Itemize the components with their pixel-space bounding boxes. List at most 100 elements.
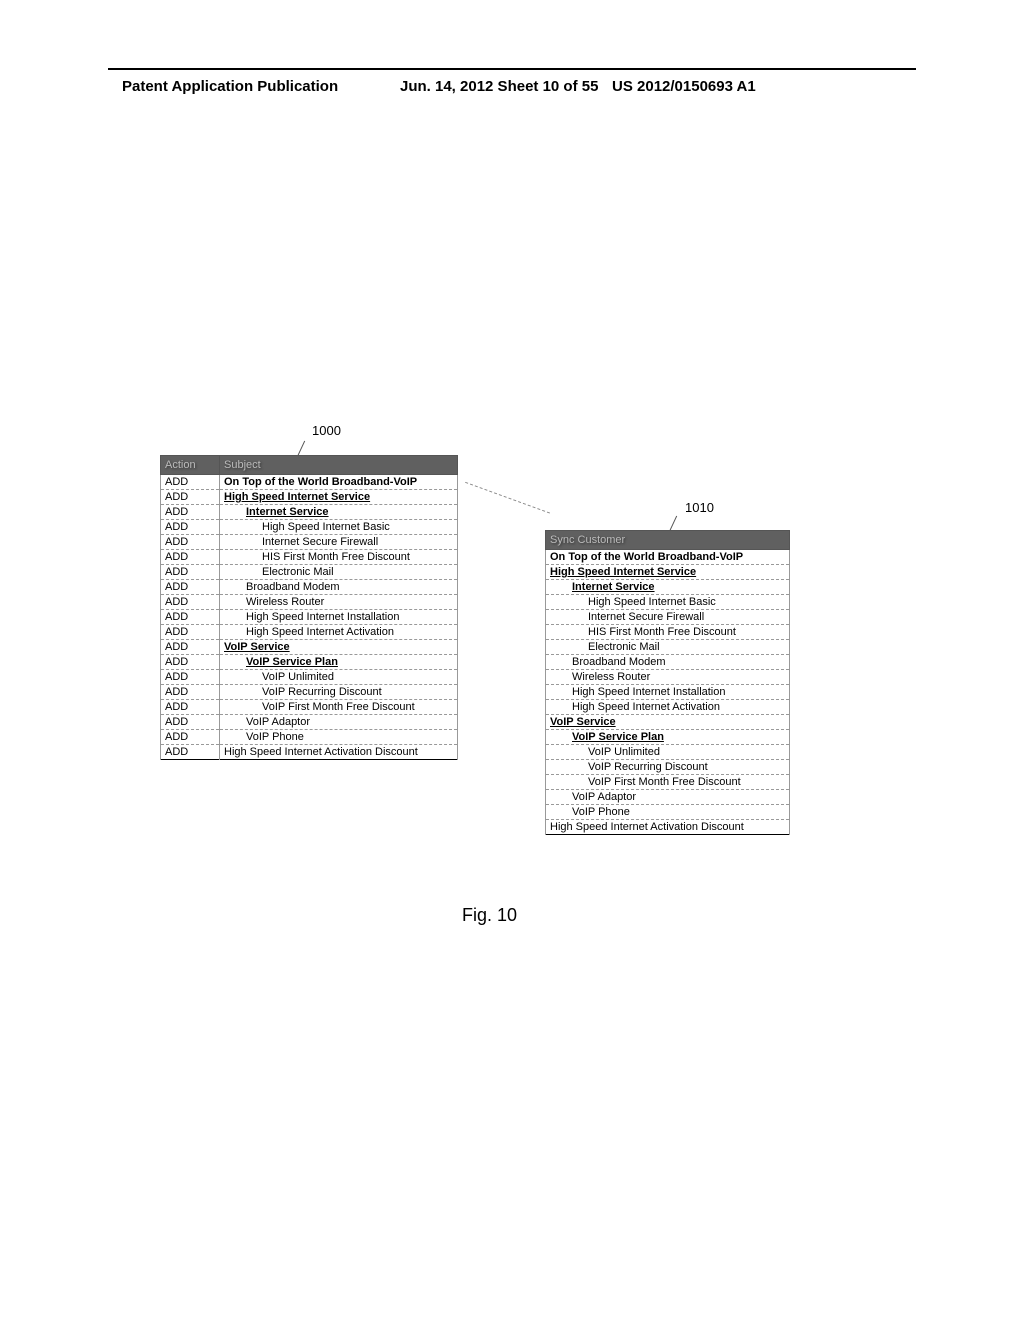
cell-subject: VoIP Unlimited <box>220 670 458 685</box>
cell-action: ADD <box>161 505 220 520</box>
cell-subject: High Speed Internet Installation <box>546 685 790 700</box>
cell-subject: High Speed Internet Basic <box>546 595 790 610</box>
table-row: ADDHigh Speed Internet Activation Discou… <box>161 745 458 760</box>
table-row: VoIP Recurring Discount <box>546 760 790 775</box>
action-subject-table: Action Subject ADDOn Top of the World Br… <box>160 455 458 760</box>
table-row: ADDHigh Speed Internet Basic <box>161 520 458 535</box>
header-publication: Patent Application Publication <box>122 78 338 95</box>
table-row: ADDWireless Router <box>161 595 458 610</box>
cell-subject: VoIP First Month Free Discount <box>220 700 458 715</box>
cell-subject: On Top of the World Broadband-VoIP <box>546 550 790 565</box>
table-row: VoIP Adaptor <box>546 790 790 805</box>
cell-action: ADD <box>161 685 220 700</box>
table-row: High Speed Internet Activation Discount <box>546 820 790 835</box>
cell-subject: VoIP Adaptor <box>546 790 790 805</box>
table-row: High Speed Internet Basic <box>546 595 790 610</box>
cell-subject: VoIP Recurring Discount <box>220 685 458 700</box>
cell-action: ADD <box>161 655 220 670</box>
cell-subject: VoIP Service <box>546 715 790 730</box>
cell-subject: High Speed Internet Installation <box>220 610 458 625</box>
cell-action: ADD <box>161 715 220 730</box>
table-row: VoIP Unlimited <box>546 745 790 760</box>
cell-action: ADD <box>161 625 220 640</box>
cell-subject: VoIP First Month Free Discount <box>546 775 790 790</box>
cell-subject: VoIP Service Plan <box>220 655 458 670</box>
cell-subject: HIS First Month Free Discount <box>546 625 790 640</box>
table-row: ADDVoIP Service Plan <box>161 655 458 670</box>
cell-action: ADD <box>161 730 220 745</box>
header-sheet: Jun. 14, 2012 Sheet 10 of 55 <box>400 78 598 95</box>
cell-subject: Internet Service <box>546 580 790 595</box>
cell-subject: VoIP Unlimited <box>546 745 790 760</box>
cell-subject: High Speed Internet Basic <box>220 520 458 535</box>
cell-subject: HIS First Month Free Discount <box>220 550 458 565</box>
leader-line <box>445 482 550 570</box>
cell-subject: Wireless Router <box>546 670 790 685</box>
table-row: Wireless Router <box>546 670 790 685</box>
table-row: ADDHigh Speed Internet Activation <box>161 625 458 640</box>
cell-action: ADD <box>161 580 220 595</box>
cell-action: ADD <box>161 535 220 550</box>
cell-subject: High Speed Internet Activation Discount <box>220 745 458 760</box>
table-row: ADDOn Top of the World Broadband-VoIP <box>161 475 458 490</box>
table-row: ADDVoIP Service <box>161 640 458 655</box>
cell-subject: Electronic Mail <box>220 565 458 580</box>
cell-action: ADD <box>161 550 220 565</box>
col-header-action: Action <box>161 456 220 475</box>
table-row: High Speed Internet Activation <box>546 700 790 715</box>
reference-label-1000: 1000 <box>312 423 341 438</box>
header-docnumber: US 2012/0150693 A1 <box>612 78 756 95</box>
cell-subject: High Speed Internet Service <box>220 490 458 505</box>
cell-subject: High Speed Internet Activation Discount <box>546 820 790 835</box>
cell-subject: VoIP Phone <box>546 805 790 820</box>
table-row: High Speed Internet Installation <box>546 685 790 700</box>
table-row: ADDBroadband Modem <box>161 580 458 595</box>
col-header-subject: Subject <box>220 456 458 475</box>
col-header-sync: Sync Customer <box>546 531 790 550</box>
table-row: ADDHigh Speed Internet Installation <box>161 610 458 625</box>
table-row: ADDVoIP Unlimited <box>161 670 458 685</box>
cell-action: ADD <box>161 595 220 610</box>
table-row: ADDVoIP Recurring Discount <box>161 685 458 700</box>
cell-action: ADD <box>161 610 220 625</box>
cell-subject: High Speed Internet Activation <box>220 625 458 640</box>
table-row: Electronic Mail <box>546 640 790 655</box>
table-row: ADDVoIP Adaptor <box>161 715 458 730</box>
table-row: VoIP Service Plan <box>546 730 790 745</box>
cell-subject: High Speed Internet Service <box>546 565 790 580</box>
cell-subject: Broadband Modem <box>220 580 458 595</box>
cell-subject: VoIP Service <box>220 640 458 655</box>
cell-action: ADD <box>161 640 220 655</box>
cell-subject: Wireless Router <box>220 595 458 610</box>
cell-action: ADD <box>161 700 220 715</box>
table-row: ADDHIS First Month Free Discount <box>161 550 458 565</box>
table-row: Internet Service <box>546 580 790 595</box>
cell-action: ADD <box>161 520 220 535</box>
cell-action: ADD <box>161 565 220 580</box>
cell-action: ADD <box>161 475 220 490</box>
cell-subject: High Speed Internet Activation <box>546 700 790 715</box>
reference-label-1010: 1010 <box>685 500 714 515</box>
header-rule <box>108 68 916 70</box>
figure-caption: Fig. 10 <box>462 905 517 926</box>
cell-subject: Broadband Modem <box>546 655 790 670</box>
cell-action: ADD <box>161 490 220 505</box>
table-row: Broadband Modem <box>546 655 790 670</box>
table-row: Internet Secure Firewall <box>546 610 790 625</box>
cell-action: ADD <box>161 745 220 760</box>
cell-subject: VoIP Recurring Discount <box>546 760 790 775</box>
cell-subject: On Top of the World Broadband-VoIP <box>220 475 458 490</box>
table-row: HIS First Month Free Discount <box>546 625 790 640</box>
table-row: On Top of the World Broadband-VoIP <box>546 550 790 565</box>
cell-subject: Internet Secure Firewall <box>546 610 790 625</box>
table-row: VoIP Service <box>546 715 790 730</box>
cell-subject: VoIP Adaptor <box>220 715 458 730</box>
cell-subject: VoIP Phone <box>220 730 458 745</box>
cell-subject: Internet Secure Firewall <box>220 535 458 550</box>
table-row: High Speed Internet Service <box>546 565 790 580</box>
cell-action: ADD <box>161 670 220 685</box>
table-row: VoIP First Month Free Discount <box>546 775 790 790</box>
table-row: ADDHigh Speed Internet Service <box>161 490 458 505</box>
table-row: ADDInternet Service <box>161 505 458 520</box>
table-row: ADDVoIP Phone <box>161 730 458 745</box>
